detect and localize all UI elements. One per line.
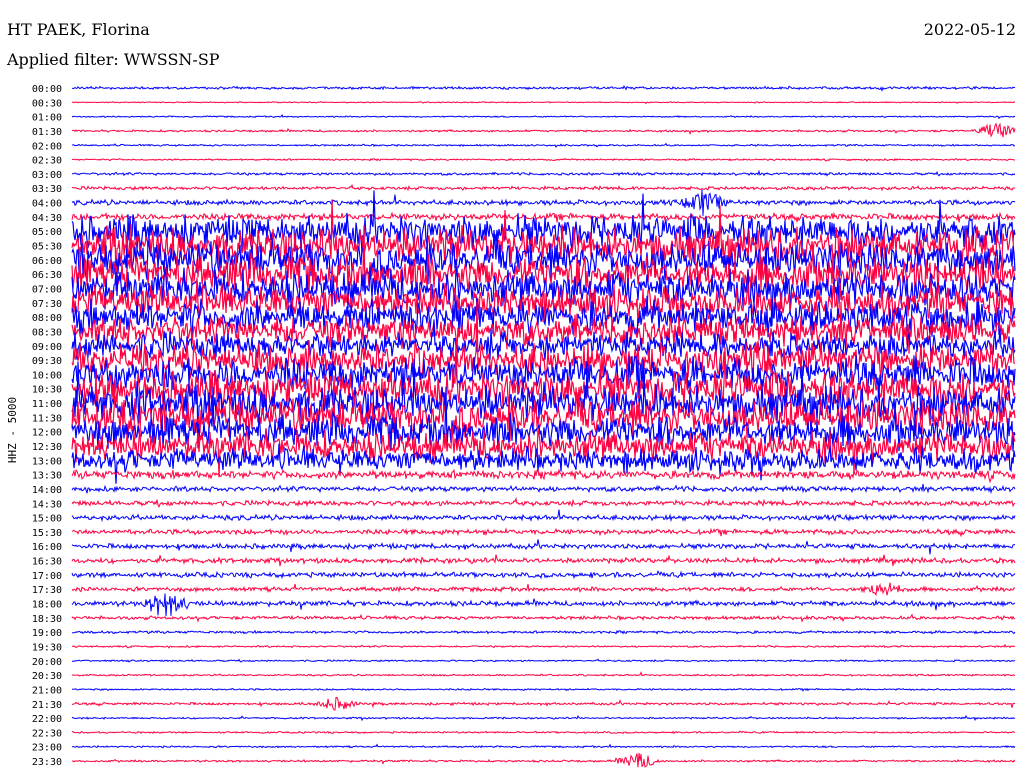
row-time-label: 01:00 [32, 113, 62, 124]
row-time-label: 22:00 [32, 714, 62, 725]
trace-2130 [71, 696, 1016, 711]
trace-1600 [71, 539, 1016, 555]
row-time-label: 16:00 [32, 542, 62, 553]
trace-0430 [71, 211, 1016, 223]
row-time-label: 09:30 [32, 356, 62, 367]
row-time-label: 13:30 [32, 471, 62, 482]
row-time-label: 06:00 [32, 256, 62, 267]
row-time-label: 23:30 [32, 757, 62, 768]
trace-1630 [71, 554, 1016, 567]
row-time-label: 18:00 [32, 600, 62, 611]
row-time-label: 01:30 [32, 127, 62, 138]
row-time-label: 11:00 [32, 399, 62, 410]
trace-1800 [71, 593, 1016, 617]
trace-1430 [71, 496, 1016, 509]
row-time-label: 05:30 [32, 242, 62, 253]
row-time-label: 19:00 [32, 628, 62, 639]
row-time-label: 09:00 [32, 342, 62, 353]
row-time-label: 12:00 [32, 428, 62, 439]
row-time-label: 04:00 [32, 199, 62, 210]
trace-2000 [71, 658, 1016, 663]
row-time-label: 07:00 [32, 284, 62, 295]
row-time-label: 05:00 [32, 227, 62, 238]
trace-1900 [71, 629, 1016, 635]
row-time-label: 10:30 [32, 385, 62, 396]
row-time-label: 20:30 [32, 671, 62, 682]
helicorder-plot: HHZ - 5000 00:00 00:30 01:00 01:30 02:00 02:3… [6, 84, 1016, 768]
row-time-label: 11:30 [32, 413, 62, 424]
trace-0030 [71, 100, 1016, 105]
row-time-label: 03:00 [32, 170, 62, 181]
row-time-label: 07:30 [32, 299, 62, 310]
trace-1700 [71, 569, 1016, 580]
row-time-label: 04:30 [32, 213, 62, 224]
row-time-label: 20:00 [32, 657, 62, 668]
row-time-label: 03:30 [32, 184, 62, 195]
row-time-label: 19:30 [32, 642, 62, 653]
trace-1500 [71, 509, 1016, 523]
trace-1830 [71, 613, 1016, 623]
trace-2330 [71, 752, 1016, 768]
trace-0130 [71, 122, 1016, 138]
row-time-label: 23:00 [32, 743, 62, 754]
row-time-label: 18:30 [32, 614, 62, 625]
y-axis-label: HHZ - 5000 [6, 397, 19, 463]
trace-0000 [71, 85, 1016, 93]
trace-2230 [71, 730, 1016, 735]
row-time-label: 14:30 [32, 499, 62, 510]
row-time-label: 02:30 [32, 156, 62, 167]
row-time-label: 02:00 [32, 141, 62, 152]
row-time-label: 22:30 [32, 728, 62, 739]
trace-2200 [71, 715, 1016, 722]
row-time-label: 21:30 [32, 700, 62, 711]
row-time-label: 15:00 [32, 514, 62, 525]
trace-0300 [71, 169, 1016, 177]
trace-1530 [71, 527, 1016, 538]
trace-1730 [71, 582, 1016, 597]
row-time-label: 12:30 [32, 442, 62, 453]
row-time-label: 00:30 [32, 98, 62, 109]
trace-0230 [71, 157, 1016, 162]
trace-1330 [71, 468, 1016, 484]
trace-0330 [71, 183, 1016, 192]
trace-1930 [71, 643, 1016, 649]
trace-2030 [71, 671, 1016, 677]
row-time-label: 08:30 [32, 327, 62, 338]
trace-2300 [71, 743, 1016, 749]
row-time-label: 00:00 [32, 84, 62, 95]
row-time-label: 08:00 [32, 313, 62, 324]
row-time-label: 17:00 [32, 571, 62, 582]
row-time-label: 15:30 [32, 528, 62, 539]
trace-0400 [71, 189, 1016, 216]
trace-0200 [71, 142, 1016, 148]
trace-1400 [71, 483, 1016, 495]
trace-0100 [71, 113, 1016, 120]
trace-0900 [71, 319, 1016, 361]
row-time-label: 10:00 [32, 370, 62, 381]
trace-2100 [71, 687, 1016, 692]
row-time-label: 14:00 [32, 485, 62, 496]
row-time-label: 06:30 [32, 270, 62, 281]
row-time-label: 16:30 [32, 557, 62, 568]
row-time-label: 17:30 [32, 585, 62, 596]
row-time-label: 13:00 [32, 456, 62, 467]
row-time-label: 21:00 [32, 685, 62, 696]
